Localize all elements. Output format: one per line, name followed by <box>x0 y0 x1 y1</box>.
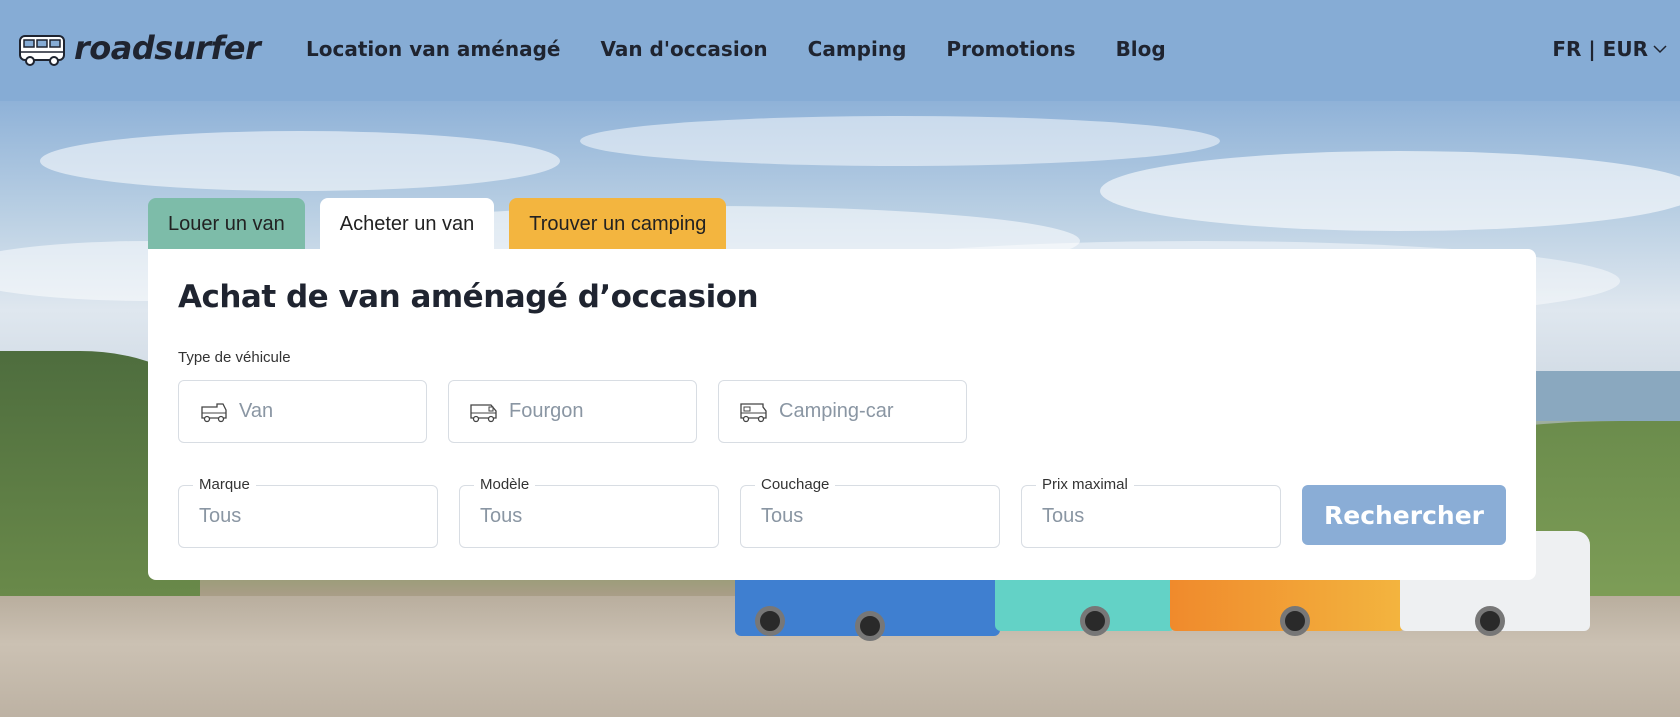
couchage-select[interactable]: Couchage Tous <box>740 476 1000 548</box>
camping-car-icon <box>740 402 767 422</box>
couchage-value: Tous <box>761 505 804 527</box>
site-header: roadsurfer Location van aménagé Van d'oc… <box>0 0 1680 101</box>
tab-louer-un-van[interactable]: Louer un van <box>148 198 305 250</box>
couchage-label: Couchage <box>755 476 836 493</box>
main-nav: Location van aménagé Van d'occasion Camp… <box>306 37 1166 61</box>
modele-select[interactable]: Modèle Tous <box>459 476 719 548</box>
marque-value: Tous <box>199 505 242 527</box>
chevron-down-icon <box>1653 45 1667 54</box>
tab-acheter-un-van[interactable]: Acheter un van <box>319 198 495 250</box>
vehicle-type-camping-car[interactable]: Camping-car <box>718 380 967 443</box>
van-icon <box>201 402 227 422</box>
wheel-decoration <box>1080 606 1110 636</box>
search-tabs: Louer un van Acheter un van Trouver un c… <box>148 198 727 250</box>
prix-maximal-select[interactable]: Prix maximal Tous <box>1021 476 1281 548</box>
vehicle-type-van[interactable]: Van <box>178 380 427 443</box>
vehicle-type-camping-car-label: Camping-car <box>779 400 894 422</box>
search-button[interactable]: Rechercher <box>1302 485 1506 545</box>
marque-select[interactable]: Marque Tous <box>178 476 438 548</box>
nav-item-location-van[interactable]: Location van aménagé <box>306 37 560 61</box>
wheel-decoration <box>1280 606 1310 636</box>
nav-item-promotions[interactable]: Promotions <box>946 37 1075 61</box>
vehicle-type-label: Type de véhicule <box>178 349 291 366</box>
prix-maximal-value: Tous <box>1042 505 1085 527</box>
fourgon-icon <box>470 403 497 422</box>
nav-item-van-occasion[interactable]: Van d'occasion <box>600 37 767 61</box>
locale-label: FR | EUR <box>1552 37 1648 61</box>
nav-item-camping[interactable]: Camping <box>808 37 907 61</box>
brand-logo[interactable]: roadsurfer <box>18 28 261 68</box>
search-card: Achat de van aménagé d’occasion Type de … <box>148 249 1536 580</box>
card-title: Achat de van aménagé d’occasion <box>178 279 759 315</box>
vehicle-type-fourgon-label: Fourgon <box>509 400 584 422</box>
marque-label: Marque <box>193 476 256 493</box>
prix-maximal-label: Prix maximal <box>1036 476 1134 493</box>
brand-name: roadsurfer <box>74 29 261 67</box>
nav-item-blog[interactable]: Blog <box>1116 37 1166 61</box>
modele-label: Modèle <box>474 476 536 493</box>
van-logo-icon <box>19 35 65 66</box>
vehicle-type-van-label: Van <box>239 400 274 422</box>
vehicle-type-fourgon[interactable]: Fourgon <box>448 380 697 443</box>
wheel-decoration <box>755 606 785 636</box>
sea-decoration <box>1520 371 1680 421</box>
modele-value: Tous <box>480 505 523 527</box>
tab-trouver-un-camping[interactable]: Trouver un camping <box>509 198 727 250</box>
wheel-decoration <box>855 611 885 641</box>
locale-selector[interactable]: FR | EUR <box>1552 37 1668 61</box>
wheel-decoration <box>1475 606 1505 636</box>
